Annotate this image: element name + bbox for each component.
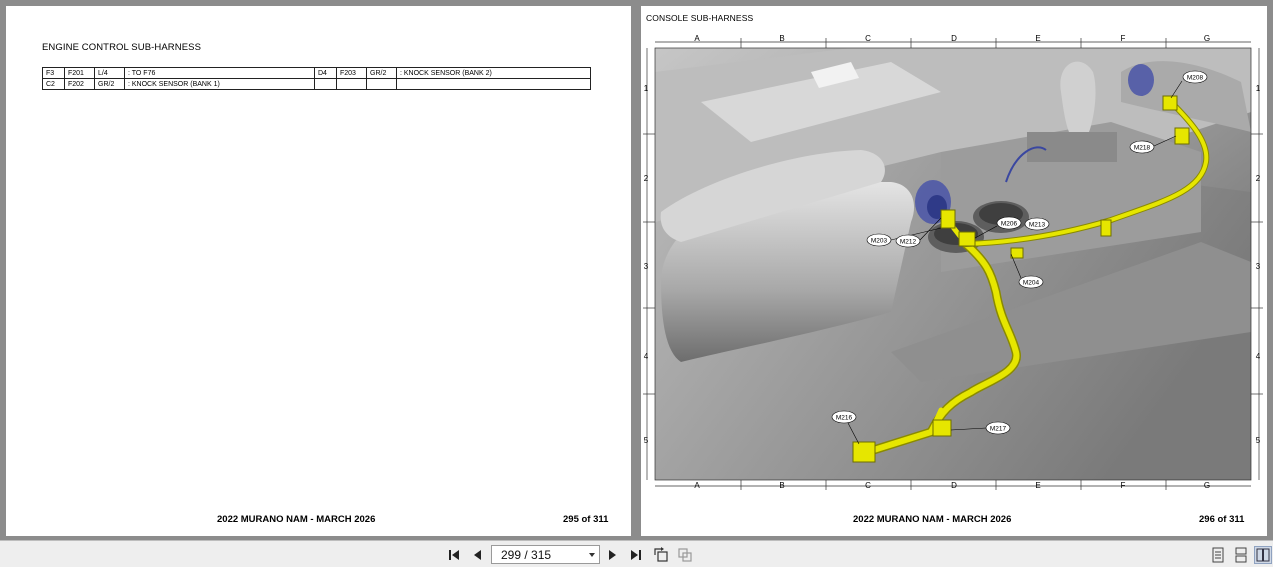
grid-col-d-top: D — [951, 34, 957, 43]
footer-page-number: 295 of 311 — [563, 514, 609, 525]
page-number-select[interactable]: 299 / 315 — [491, 545, 600, 564]
grid-col-c-top: C — [865, 34, 871, 43]
grid-col-b-top: B — [779, 34, 784, 43]
single-page-view-icon[interactable] — [1209, 546, 1227, 564]
callout-label: M218 — [1134, 145, 1151, 152]
fit-page-icon[interactable] — [676, 546, 694, 564]
grid-col-b-bottom: B — [779, 481, 784, 490]
continuous-view-icon[interactable] — [1232, 546, 1250, 564]
page-title: CONSOLE SUB-HARNESS — [646, 13, 754, 23]
footer-title: 2022 MURANO NAM - MARCH 2026 — [217, 514, 376, 525]
last-page-icon[interactable] — [627, 546, 645, 564]
grid-ref: F3 — [42, 67, 65, 79]
callout-label: M206 — [1001, 221, 1018, 228]
grid-col-a-bottom: A — [694, 481, 700, 490]
callout-label: M208 — [1187, 75, 1204, 82]
table-row: F3 F201 L/4 : TO F76 D4 F203 GR/2 : KNOC… — [42, 67, 591, 79]
page-indicator: 299 / 315 — [501, 547, 552, 562]
rotate-page-icon[interactable] — [652, 546, 670, 564]
left-page: ENGINE CONTROL SUB-HARNESS F3 F201 L/4 :… — [6, 6, 631, 536]
grid-row-3-left: 3 — [644, 262, 649, 271]
connector-table: F3 F201 L/4 : TO F76 D4 F203 GR/2 : KNOC… — [42, 67, 591, 90]
connector-id: F202 — [64, 78, 95, 90]
grid-col-a-top: A — [694, 34, 700, 43]
callout-label: M217 — [990, 426, 1007, 433]
callout-label: M213 — [1029, 222, 1046, 229]
callout-label: M212 — [900, 239, 917, 246]
grid-col-e-top: E — [1035, 34, 1040, 43]
connector-id — [336, 78, 367, 90]
connector-desc: : KNOCK SENSOR (BANK 2) — [396, 67, 591, 79]
grid-col-d-bottom: D — [951, 481, 957, 490]
table-row: C2 F202 GR/2 : KNOCK SENSOR (BANK 1) — [42, 78, 591, 90]
grid-row-5-left: 5 — [644, 436, 649, 445]
grid-row-2-right: 2 — [1256, 174, 1261, 183]
connector-desc: : TO F76 — [124, 67, 315, 79]
callout-label: M203 — [871, 238, 888, 245]
two-page-view-icon[interactable] — [1254, 546, 1272, 564]
grid-col-g-top: G — [1204, 34, 1210, 43]
footer-page-number: 296 of 311 — [1199, 514, 1245, 525]
grid-col-e-bottom: E — [1035, 481, 1040, 490]
connector-color: GR/2 — [366, 67, 397, 79]
connector-color — [366, 78, 397, 90]
callout-label: M204 — [1023, 280, 1040, 287]
first-page-icon[interactable] — [445, 546, 463, 564]
grid-ref: D4 — [314, 67, 337, 79]
grid-row-2-left: 2 — [644, 174, 649, 183]
connector-id: F201 — [64, 67, 95, 79]
grid-row-5-right: 5 — [1256, 436, 1261, 445]
connector-desc — [396, 78, 591, 90]
grid-ref: C2 — [42, 78, 65, 90]
chevron-down-icon — [589, 553, 595, 557]
previous-page-icon[interactable] — [468, 546, 486, 564]
grid-col-f-top: F — [1121, 34, 1126, 43]
grid-col-c-bottom: C — [865, 481, 871, 490]
footer-title: 2022 MURANO NAM - MARCH 2026 — [853, 514, 1012, 525]
connector-id: F203 — [336, 67, 367, 79]
harness-diagram: A B C D E F G A B C D E F G 1 2 3 4 5 1 … — [643, 34, 1263, 490]
grid-row-4-left: 4 — [644, 352, 649, 361]
grid-col-f-bottom: F — [1121, 481, 1126, 490]
page-title: ENGINE CONTROL SUB-HARNESS — [42, 42, 202, 53]
grid-row-3-right: 3 — [1256, 262, 1261, 271]
right-page: CONSOLE SUB-HARNESS A B C D E F G A B C … — [641, 6, 1267, 536]
connector-color: L/4 — [94, 67, 125, 79]
grid-ref — [314, 78, 337, 90]
grid-row-1-right: 1 — [1256, 84, 1261, 93]
connector-color: GR/2 — [94, 78, 125, 90]
grid-row-1-left: 1 — [644, 84, 649, 93]
navigation-toolbar: 299 / 315 — [0, 540, 1273, 567]
grid-col-g-bottom: G — [1204, 481, 1210, 490]
callout-m213: M213 — [1024, 217, 1050, 231]
grid-row-4-right: 4 — [1256, 352, 1261, 361]
connector-desc: : KNOCK SENSOR (BANK 1) — [124, 78, 315, 90]
render-image — [655, 48, 1251, 480]
next-page-icon[interactable] — [604, 546, 622, 564]
callout-label: M216 — [836, 415, 853, 422]
